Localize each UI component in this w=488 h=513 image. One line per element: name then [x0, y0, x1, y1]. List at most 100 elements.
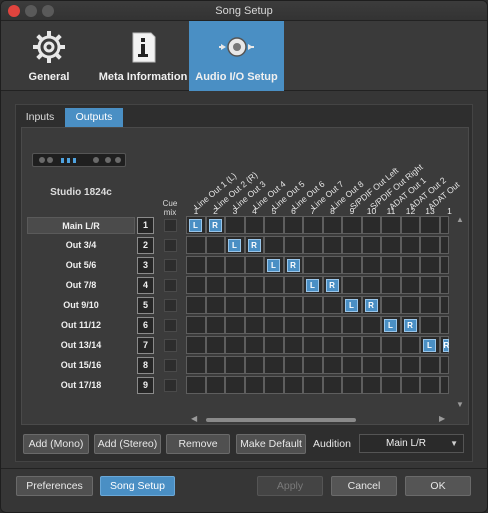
matrix-cell[interactable] — [264, 236, 284, 254]
matrix-cell[interactable] — [225, 356, 245, 374]
output-row-label[interactable]: Out 13/14 — [27, 337, 135, 354]
channel-assignment-left[interactable]: L — [384, 319, 397, 332]
output-row-label[interactable]: Out 17/18 — [27, 377, 135, 394]
matrix-cell[interactable] — [400, 356, 420, 374]
matrix-cell[interactable] — [342, 276, 362, 294]
matrix-cell[interactable] — [439, 296, 449, 314]
matrix-cell[interactable] — [400, 276, 420, 294]
matrix-cell[interactable] — [322, 256, 342, 274]
add-stereo-button[interactable]: Add (Stereo) — [94, 434, 161, 454]
scroll-down-arrow-icon[interactable]: ▼ — [456, 400, 464, 409]
channel-assignment-right[interactable]: R — [403, 319, 417, 332]
matrix-cell[interactable] — [420, 256, 440, 274]
matrix-cell[interactable] — [361, 276, 381, 294]
matrix-cell[interactable] — [420, 276, 440, 294]
matrix-cell[interactable] — [186, 336, 206, 354]
scroll-up-arrow-icon[interactable]: ▲ — [456, 215, 464, 224]
cue-mix-checkbox[interactable] — [164, 239, 177, 252]
matrix-cell[interactable] — [400, 376, 420, 394]
channel-assignment-left[interactable]: L — [423, 339, 436, 352]
matrix-cell[interactable] — [322, 316, 342, 334]
matrix-cell[interactable] — [264, 376, 284, 394]
ok-button[interactable]: OK — [405, 476, 471, 496]
matrix-cell[interactable] — [342, 356, 362, 374]
channel-assignment-right[interactable]: R — [247, 239, 261, 252]
matrix-cell[interactable] — [322, 296, 342, 314]
matrix-cell[interactable] — [361, 256, 381, 274]
matrix-cell[interactable] — [381, 296, 401, 314]
cancel-button[interactable]: Cancel — [331, 476, 397, 496]
matrix-cell[interactable] — [264, 276, 284, 294]
matrix-cell[interactable] — [264, 316, 284, 334]
matrix-cell[interactable] — [303, 216, 323, 234]
matrix-cell[interactable] — [244, 336, 264, 354]
matrix-cell[interactable] — [381, 336, 401, 354]
cue-mix-checkbox[interactable] — [164, 379, 177, 392]
matrix-cell[interactable] — [439, 256, 449, 274]
matrix-cell[interactable] — [205, 296, 225, 314]
matrix-cell[interactable] — [361, 376, 381, 394]
matrix-cell[interactable] — [225, 296, 245, 314]
matrix-cell[interactable] — [283, 296, 303, 314]
scroll-right-arrow-icon[interactable]: ▶ — [439, 414, 445, 423]
matrix-cell[interactable] — [303, 336, 323, 354]
matrix-cell[interactable] — [381, 376, 401, 394]
matrix-cell[interactable] — [420, 296, 440, 314]
matrix-cell[interactable] — [205, 236, 225, 254]
matrix-cell[interactable] — [264, 356, 284, 374]
matrix-cell[interactable] — [186, 316, 206, 334]
matrix-cell[interactable] — [283, 316, 303, 334]
matrix-cell[interactable] — [225, 256, 245, 274]
cue-mix-checkbox[interactable] — [164, 259, 177, 272]
matrix-cell[interactable] — [225, 276, 245, 294]
tab-outputs[interactable]: Outputs — [65, 108, 123, 127]
matrix-cell[interactable] — [420, 376, 440, 394]
matrix-cell[interactable] — [342, 376, 362, 394]
output-row-label[interactable]: Main L/R — [27, 217, 135, 234]
matrix-cell[interactable] — [439, 316, 449, 334]
output-row-label[interactable]: Out 11/12 — [27, 317, 135, 334]
matrix-cell[interactable] — [205, 376, 225, 394]
matrix-cell[interactable] — [439, 236, 449, 254]
matrix-cell[interactable] — [225, 216, 245, 234]
matrix-cell[interactable] — [303, 256, 323, 274]
matrix-cell[interactable] — [186, 276, 206, 294]
matrix-cell[interactable] — [283, 356, 303, 374]
matrix-cell[interactable] — [361, 316, 381, 334]
audition-select[interactable]: Main L/R ▼ — [359, 434, 464, 453]
matrix-cell[interactable] — [439, 356, 449, 374]
matrix-cell[interactable] — [420, 236, 440, 254]
matrix-cell[interactable] — [264, 296, 284, 314]
channel-assignment-right[interactable]: R — [208, 219, 222, 232]
matrix-cell[interactable] — [264, 216, 284, 234]
channel-assignment-right[interactable]: R — [325, 279, 339, 292]
matrix-cell[interactable] — [322, 216, 342, 234]
matrix-cell[interactable] — [303, 376, 323, 394]
matrix-cell[interactable] — [439, 376, 449, 394]
toolbar-item-audio-io-setup[interactable]: Audio I/O Setup — [189, 21, 284, 91]
matrix-cell[interactable] — [244, 296, 264, 314]
matrix-cell[interactable] — [381, 356, 401, 374]
tab-inputs[interactable]: Inputs — [17, 108, 63, 127]
matrix-cell[interactable] — [322, 356, 342, 374]
matrix-cell[interactable] — [322, 336, 342, 354]
matrix-cell[interactable] — [342, 316, 362, 334]
matrix-cell[interactable] — [186, 296, 206, 314]
matrix-cell[interactable] — [283, 276, 303, 294]
remove-button[interactable]: Remove — [166, 434, 230, 454]
cue-mix-checkbox[interactable] — [164, 219, 177, 232]
matrix-cell[interactable] — [205, 336, 225, 354]
matrix-cell[interactable] — [186, 356, 206, 374]
matrix-cell[interactable] — [342, 216, 362, 234]
matrix-cell[interactable] — [303, 236, 323, 254]
matrix-cell[interactable] — [283, 216, 303, 234]
matrix-cell[interactable] — [420, 216, 440, 234]
cue-mix-checkbox[interactable] — [164, 359, 177, 372]
apply-button[interactable]: Apply — [257, 476, 323, 496]
matrix-cell[interactable] — [244, 276, 264, 294]
cue-mix-checkbox[interactable] — [164, 279, 177, 292]
channel-assignment-left[interactable]: L — [228, 239, 241, 252]
horizontal-scrollbar[interactable] — [206, 418, 356, 422]
channel-assignment-right[interactable]: R — [442, 339, 449, 352]
toolbar-item-meta-information[interactable]: Meta Information — [98, 21, 188, 91]
